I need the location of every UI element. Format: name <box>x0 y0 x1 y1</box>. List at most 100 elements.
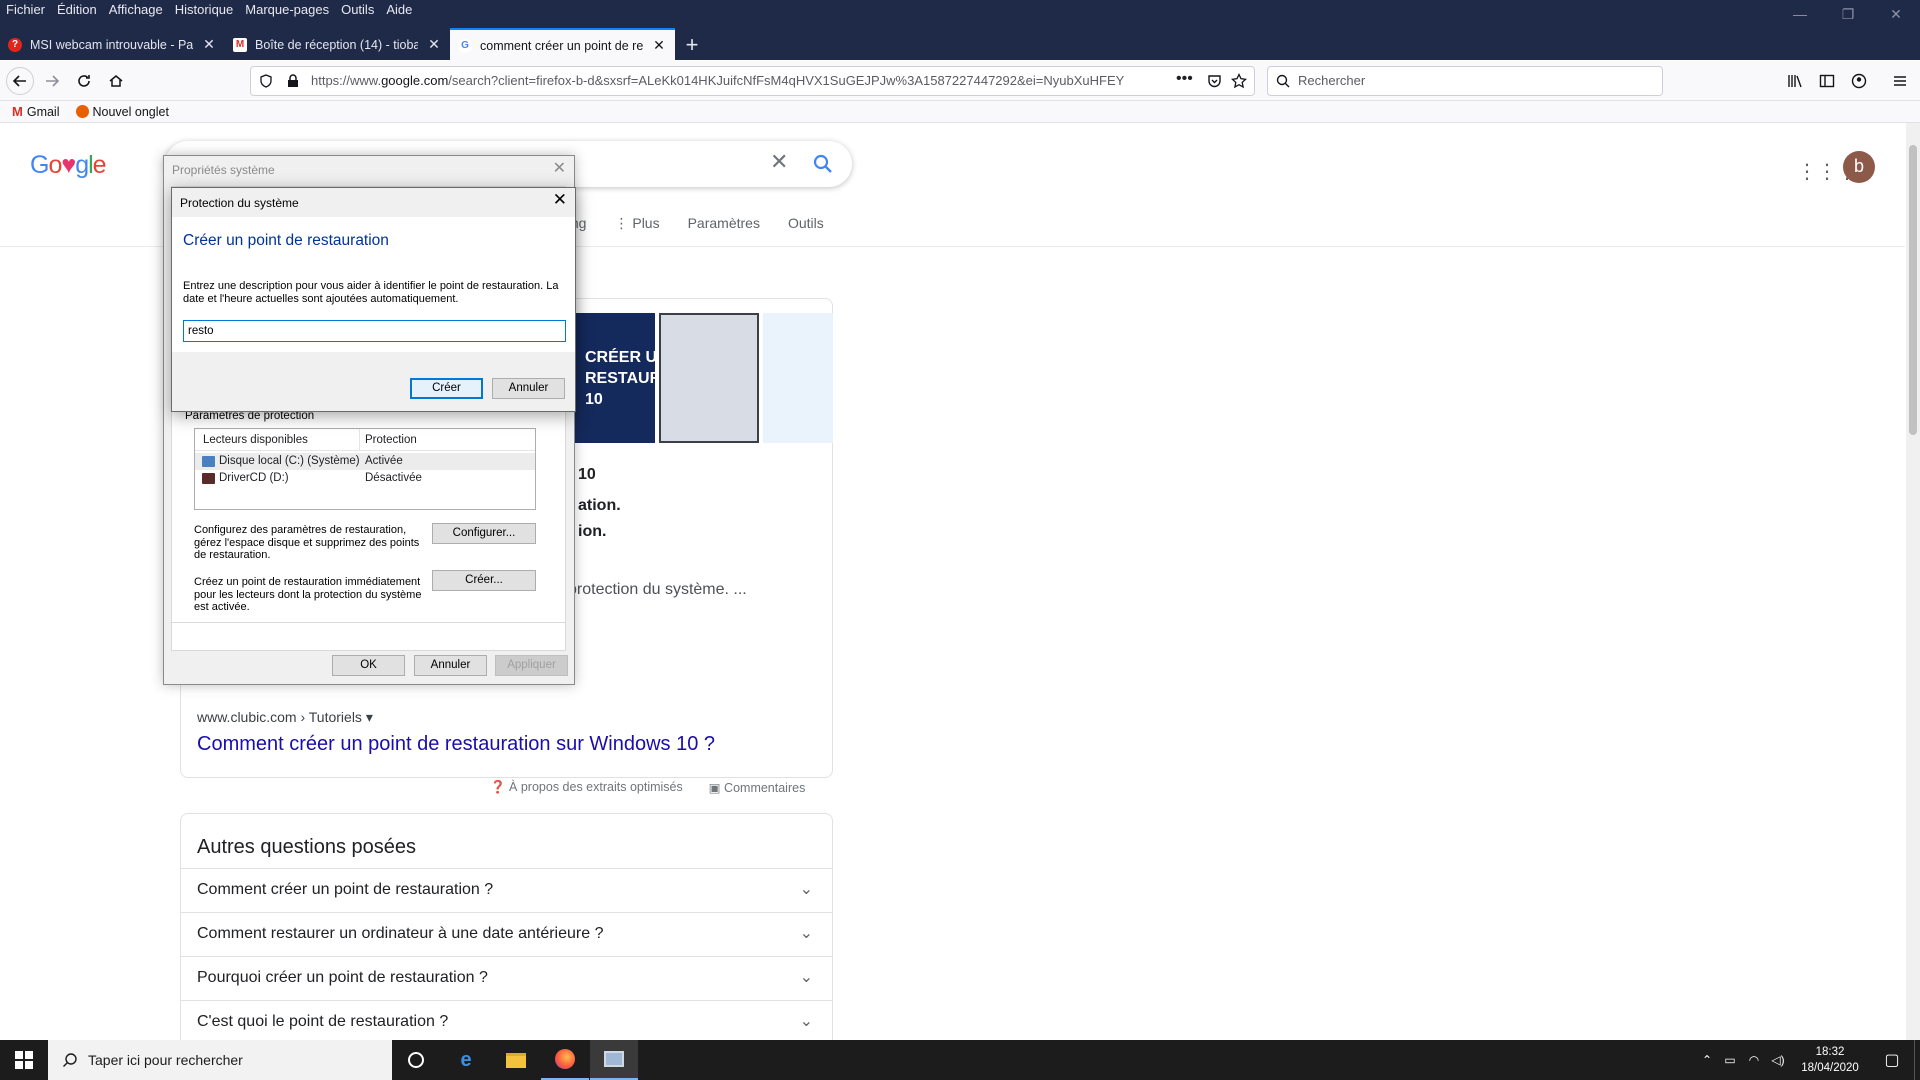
cd-drive-icon <box>202 473 215 484</box>
firefox-icon <box>75 105 89 118</box>
tab-title: MSI webcam introuvable - Page <box>30 37 193 52</box>
page-scrollbar[interactable] <box>1906 123 1920 1040</box>
menu-fichier[interactable]: Fichier <box>0 0 51 20</box>
create-restore-point-dialog: Protection du système ✕ Créer un point d… <box>171 187 576 412</box>
bookmark-gmail[interactable]: M Gmail <box>12 104 60 119</box>
about-snippets-link[interactable]: ❓ À propos des extraits optimisés <box>490 780 683 795</box>
tab-google-search[interactable]: G comment créer un point de restauration… <box>450 28 675 61</box>
column-header-drives[interactable]: Lecteurs disponibles <box>203 434 308 446</box>
drive-row-d[interactable]: DriverCD (D:) Désactivée <box>195 470 535 487</box>
minimize-button[interactable]: — <box>1776 0 1824 28</box>
home-icon <box>109 75 123 87</box>
ok-button[interactable]: OK <box>332 655 405 676</box>
paa-question[interactable]: Pourquoi créer un point de restauration … <box>180 956 833 1000</box>
menu-marque-pages[interactable]: Marque-pages <box>239 0 335 20</box>
taskbar-search[interactable]: Taper ici pour rechercher <box>48 1040 392 1080</box>
lock-icon[interactable] <box>287 74 299 88</box>
snippet-images: CRÉER UN RESTAURA 10 <box>575 313 833 443</box>
drive-row-c[interactable]: Disque local (C:) (Système) Activée <box>195 453 535 470</box>
system-properties-taskbar-button[interactable] <box>590 1040 638 1080</box>
menu-edition[interactable]: Édition <box>51 0 103 20</box>
pocket-icon[interactable] <box>1207 74 1222 89</box>
tab-gmail[interactable]: M Boîte de réception (14) - tiobap ✕ <box>225 28 450 61</box>
notifications-icon[interactable]: ▢ <box>1870 1050 1914 1070</box>
tab-outils[interactable]: Outils <box>788 215 824 232</box>
paa-question[interactable]: Comment créer un point de restauration ?… <box>180 868 833 912</box>
apply-button[interactable]: Appliquer <box>495 655 568 676</box>
tab-parametres[interactable]: Paramètres <box>688 215 760 232</box>
close-icon[interactable]: ✕ <box>553 190 567 210</box>
result-title-link[interactable]: Comment créer un point de restauration s… <box>197 733 715 756</box>
create-button[interactable]: Créer <box>410 378 483 399</box>
cortana-circle-icon <box>408 1052 424 1068</box>
paa-question[interactable]: Comment restaurer un ordinateur à une da… <box>180 912 833 956</box>
sidebar-icon[interactable] <box>1819 73 1835 89</box>
forward-button[interactable] <box>38 67 66 95</box>
footer-label: À propos des extraits optimisés <box>509 780 683 794</box>
edge-button[interactable]: e <box>442 1040 490 1080</box>
battery-icon[interactable]: ▭ <box>1718 1053 1742 1067</box>
bookmark-nouvel-onglet[interactable]: Nouvel onglet <box>75 105 169 119</box>
system-properties-icon <box>604 1051 624 1067</box>
firefox-button[interactable] <box>541 1040 589 1080</box>
chevron-up-icon[interactable]: ⌃ <box>1696 1053 1718 1067</box>
file-explorer-button[interactable] <box>492 1040 540 1080</box>
gmail-icon: M <box>233 37 247 52</box>
cortana-button[interactable] <box>392 1040 440 1080</box>
drives-list[interactable]: Lecteurs disponibles Protection Disque l… <box>194 428 536 510</box>
snippet-line: ion. <box>578 523 607 540</box>
scrollbar-thumb[interactable] <box>1909 145 1917 435</box>
tab-plus[interactable]: ⋮ Plus <box>614 215 659 232</box>
feedback-link[interactable]: ▣ Commentaires <box>709 780 806 795</box>
tab-msi-webcam[interactable]: ? MSI webcam introuvable - Page ✕ <box>0 28 225 61</box>
cancel-button[interactable]: Annuler <box>414 655 487 676</box>
menu-aide[interactable]: Aide <box>380 0 418 20</box>
url-bar[interactable]: https://www.google.com/search?client=fir… <box>250 66 1255 96</box>
account-icon[interactable] <box>1851 73 1867 89</box>
close-tab-icon[interactable]: ✕ <box>651 37 667 54</box>
new-tab-button[interactable]: + <box>675 28 709 61</box>
close-window-button[interactable]: ✕ <box>1872 0 1920 28</box>
menu-affichage[interactable]: Affichage <box>103 0 169 20</box>
library-icon[interactable] <box>1787 73 1803 89</box>
page-actions-icon[interactable]: ••• <box>1176 70 1193 88</box>
hard-drive-icon <box>202 456 215 467</box>
shield-icon[interactable] <box>259 74 273 88</box>
hamburger-menu-icon[interactable] <box>1892 73 1908 89</box>
column-header-protection[interactable]: Protection <box>365 434 417 446</box>
close-tab-icon[interactable]: ✕ <box>426 36 442 53</box>
show-desktop-button[interactable] <box>1914 1040 1920 1080</box>
restore-button[interactable]: ❐ <box>1824 0 1872 28</box>
reload-button[interactable] <box>70 67 98 95</box>
volume-icon[interactable]: ◁) <box>1766 1053 1790 1067</box>
create-description: Créez un point de restauration immédiate… <box>194 576 422 613</box>
cancel-button[interactable]: Annuler <box>492 378 565 399</box>
menu-historique[interactable]: Historique <box>169 0 240 20</box>
avatar[interactable]: b <box>1843 151 1875 183</box>
home-button[interactable] <box>102 67 130 95</box>
restore-point-description-input[interactable] <box>183 320 566 342</box>
clear-search-icon[interactable]: ✕ <box>770 149 788 175</box>
configure-button[interactable]: Configurer... <box>432 523 536 544</box>
menu-outils[interactable]: Outils <box>335 0 380 20</box>
paa-question[interactable]: C'est quoi le point de restauration ? ⌄ <box>180 1000 833 1040</box>
snippet-image-3[interactable] <box>763 313 833 443</box>
back-button[interactable] <box>6 67 34 95</box>
search-icon[interactable] <box>813 154 833 174</box>
snippet-image-2[interactable] <box>659 313 759 443</box>
clock[interactable]: 18:32 18/04/2020 <box>1790 1044 1870 1076</box>
close-icon[interactable]: ✕ <box>553 158 566 178</box>
snippet-image-1[interactable]: CRÉER UN RESTAURA 10 <box>575 313 655 443</box>
search-bar[interactable]: Rechercher <box>1267 66 1663 96</box>
bookmark-star-icon[interactable] <box>1231 73 1247 89</box>
result-url[interactable]: www.clubic.com › Tutoriels ▾ <box>197 709 373 726</box>
google-doodle-logo[interactable]: Go♥gle <box>30 151 107 180</box>
close-tab-icon[interactable]: ✕ <box>201 36 217 53</box>
start-button[interactable] <box>0 1040 48 1080</box>
snippet-heading: 10 <box>578 466 596 483</box>
dialog-title: Protection du système <box>180 196 299 210</box>
create-restore-button[interactable]: Créer... <box>432 570 536 591</box>
drives-list-header: Lecteurs disponibles Protection <box>195 429 535 451</box>
wifi-icon[interactable]: ◠ <box>1742 1053 1766 1067</box>
system-tray: ⌃ ▭ ◠ ◁) 18:32 18/04/2020 ▢ <box>1696 1040 1920 1080</box>
